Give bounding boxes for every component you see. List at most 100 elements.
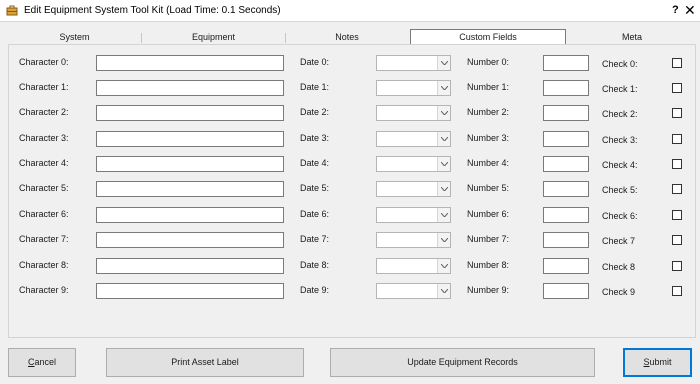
character-field[interactable]: [96, 181, 284, 197]
checkbox[interactable]: [672, 134, 682, 144]
dropdown-button[interactable]: [437, 259, 450, 273]
check-label: Check 5:: [602, 185, 638, 195]
tab-custom-fields[interactable]: Custom Fields: [410, 29, 566, 44]
character-field[interactable]: [96, 131, 284, 147]
date-picker[interactable]: [376, 181, 451, 197]
character-label: Character 8:: [19, 260, 69, 270]
window-title: Edit Equipment System Tool Kit (Load Tim…: [24, 5, 281, 16]
close-button[interactable]: ✕: [684, 2, 696, 19]
dropdown-button[interactable]: [437, 284, 450, 298]
chevron-down-icon: [441, 289, 448, 293]
number-label: Number 3:: [467, 133, 510, 143]
chevron-down-icon: [441, 61, 448, 65]
check-label: Check 4:: [602, 160, 638, 170]
help-button[interactable]: ?: [672, 4, 679, 16]
chevron-down-icon: [441, 111, 448, 115]
chevron-down-icon: [441, 264, 448, 268]
tab-meta[interactable]: Meta: [568, 31, 696, 44]
dropdown-button[interactable]: [437, 157, 450, 171]
number-field[interactable]: [543, 105, 589, 121]
date-picker[interactable]: [376, 232, 451, 248]
date-label: Date 4:: [300, 158, 330, 168]
number-label: Number 6:: [467, 209, 510, 219]
number-field[interactable]: [543, 283, 589, 299]
checkbox[interactable]: [672, 261, 682, 271]
print-asset-label-button[interactable]: Print Asset Label: [106, 348, 304, 377]
character-field[interactable]: [96, 258, 284, 274]
cancel-label-rest: ancel: [34, 357, 56, 367]
checkbox[interactable]: [672, 159, 682, 169]
number-field[interactable]: [543, 181, 589, 197]
character-field[interactable]: [96, 55, 284, 71]
dropdown-button[interactable]: [437, 208, 450, 222]
checkbox[interactable]: [672, 58, 682, 68]
chevron-down-icon: [441, 162, 448, 166]
character-field[interactable]: [96, 156, 284, 172]
character-field[interactable]: [96, 283, 284, 299]
character-label: Character 5:: [19, 183, 69, 193]
date-picker[interactable]: [376, 207, 451, 223]
chevron-down-icon: [441, 238, 448, 242]
number-label: Number 1:: [467, 82, 510, 92]
date-picker[interactable]: [376, 156, 451, 172]
number-field[interactable]: [543, 156, 589, 172]
check-label: Check 0:: [602, 59, 638, 69]
date-label: Date 1:: [300, 82, 330, 92]
dropdown-button[interactable]: [437, 106, 450, 120]
dropdown-button[interactable]: [437, 132, 450, 146]
number-field[interactable]: [543, 80, 589, 96]
tab-notes[interactable]: Notes: [286, 31, 408, 44]
number-field[interactable]: [543, 232, 589, 248]
checkbox[interactable]: [672, 210, 682, 220]
cancel-button[interactable]: Cancel: [8, 348, 76, 377]
character-field[interactable]: [96, 207, 284, 223]
update-equipment-records-button[interactable]: Update Equipment Records: [330, 348, 595, 377]
number-label: Number 0:: [467, 57, 510, 67]
checkbox[interactable]: [672, 83, 682, 93]
character-label: Character 4:: [19, 158, 69, 168]
chevron-down-icon: [441, 213, 448, 217]
character-label: Character 2:: [19, 107, 69, 117]
dropdown-button[interactable]: [437, 81, 450, 95]
submit-button[interactable]: Submit: [623, 348, 692, 377]
dropdown-button[interactable]: [437, 182, 450, 196]
character-field[interactable]: [96, 232, 284, 248]
character-field[interactable]: [96, 80, 284, 96]
check-label: Check 3:: [602, 135, 638, 145]
checkbox[interactable]: [672, 108, 682, 118]
date-picker[interactable]: [376, 80, 451, 96]
date-label: Date 2:: [300, 107, 330, 117]
character-label: Character 1:: [19, 82, 69, 92]
date-picker[interactable]: [376, 131, 451, 147]
dropdown-button[interactable]: [437, 56, 450, 70]
check-label: Check 9: [602, 287, 636, 297]
tab-system[interactable]: System: [8, 31, 141, 44]
date-label: Date 5:: [300, 183, 330, 193]
date-label: Date 0:: [300, 57, 330, 67]
character-label: Character 6:: [19, 209, 69, 219]
dropdown-button[interactable]: [437, 233, 450, 247]
date-picker[interactable]: [376, 258, 451, 274]
character-label: Character 3:: [19, 133, 69, 143]
number-field[interactable]: [543, 55, 589, 71]
number-field[interactable]: [543, 258, 589, 274]
date-picker[interactable]: [376, 283, 451, 299]
number-field[interactable]: [543, 131, 589, 147]
character-label: Character 9:: [19, 285, 69, 295]
chevron-down-icon: [441, 137, 448, 141]
date-label: Date 3:: [300, 133, 330, 143]
checkbox[interactable]: [672, 286, 682, 296]
date-picker[interactable]: [376, 55, 451, 71]
checkbox[interactable]: [672, 235, 682, 245]
tab-strip: System Equipment Notes Custom Fields Met…: [8, 29, 696, 44]
chevron-down-icon: [441, 86, 448, 90]
number-label: Number 4:: [467, 158, 510, 168]
check-label: Check 8: [602, 262, 636, 272]
date-picker[interactable]: [376, 105, 451, 121]
checkbox[interactable]: [672, 184, 682, 194]
number-label: Number 5:: [467, 183, 510, 193]
check-label: Check 1:: [602, 84, 638, 94]
character-field[interactable]: [96, 105, 284, 121]
number-field[interactable]: [543, 207, 589, 223]
tab-equipment[interactable]: Equipment: [142, 31, 285, 44]
